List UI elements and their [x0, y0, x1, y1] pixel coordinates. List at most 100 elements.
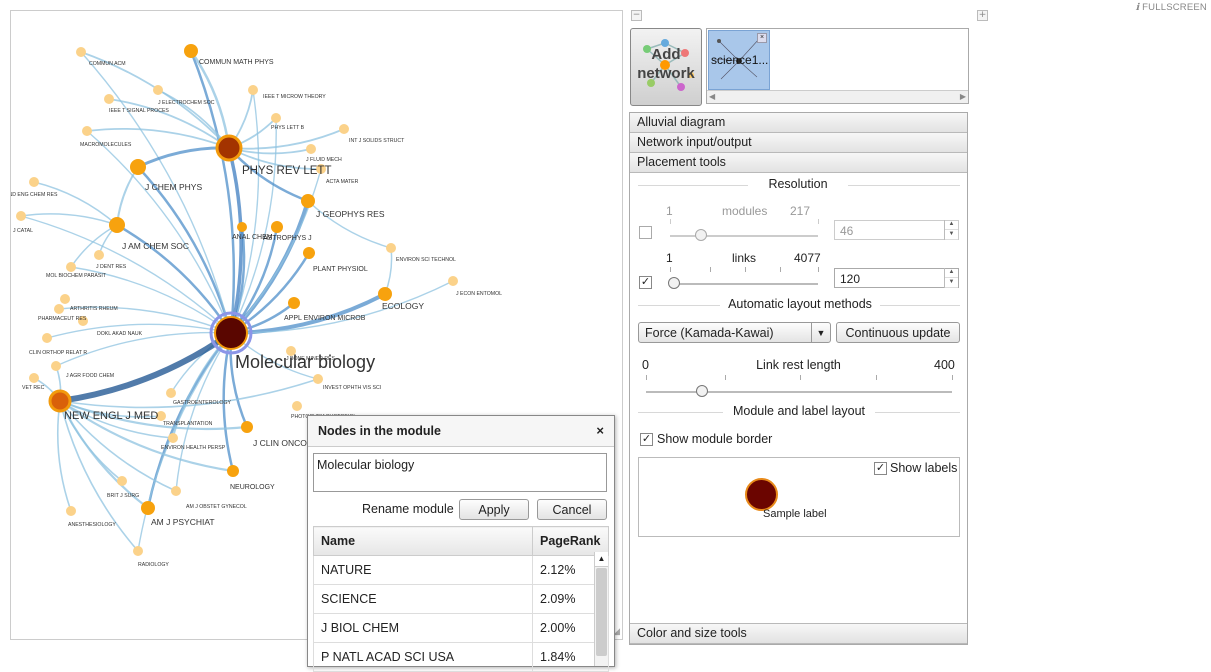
node-label: Molecular biology [235, 352, 375, 372]
panel-expand-button[interactable]: + [977, 10, 988, 21]
network-node[interactable] [16, 211, 26, 221]
spin-down-icon[interactable]: ▼ [945, 230, 958, 240]
network-node[interactable] [171, 486, 181, 496]
links-input[interactable]: 120 ▲ ▼ [834, 268, 959, 288]
node-label: ARTHRITIS RHEUM [70, 306, 118, 312]
network-node[interactable] [248, 85, 258, 95]
network-node[interactable] [386, 243, 396, 253]
table-row[interactable]: NATURE 2.12% [313, 555, 609, 585]
accordion-network-io[interactable]: Network input/output [630, 133, 967, 153]
accordion-placement-tools[interactable]: Placement tools [630, 153, 967, 173]
show-labels-checkbox[interactable]: ✓ [874, 462, 887, 475]
network-node[interactable] [104, 94, 114, 104]
central-node[interactable] [214, 316, 248, 350]
layout-method-select[interactable]: Force (Kamada-Kawai) ▼ [638, 322, 831, 343]
module-node[interactable] [241, 421, 253, 433]
network-node[interactable] [448, 276, 458, 286]
table-row[interactable]: J BIOL CHEM 2.00% [313, 613, 609, 643]
fullscreen-link[interactable]: ℹ FULLSCREEN [1136, 2, 1207, 13]
network-node[interactable] [168, 433, 178, 443]
network-node[interactable] [94, 250, 104, 260]
module-node[interactable] [288, 297, 300, 309]
links-slider-handle[interactable] [668, 277, 680, 289]
thumbnail-scrollbar[interactable]: ◀ ▶ [707, 90, 968, 103]
network-node[interactable] [60, 294, 70, 304]
module-node[interactable] [378, 287, 392, 301]
accordion-alluvial-diagram[interactable]: Alluvial diagram [630, 113, 967, 133]
network-node[interactable] [292, 401, 302, 411]
module-node[interactable] [109, 217, 125, 233]
network-node[interactable] [82, 126, 92, 136]
continuous-update-button[interactable]: Continuous update [836, 322, 960, 343]
module-label-heading: Module and label layout [732, 404, 866, 418]
module-node[interactable] [237, 222, 247, 232]
network-node[interactable] [29, 177, 39, 187]
accordion-color-size-tools[interactable]: Color and size tools [630, 623, 967, 644]
network-node[interactable] [313, 374, 323, 384]
node-label: J AGR FOOD CHEM [66, 373, 114, 379]
modules-slider-handle[interactable] [695, 229, 707, 241]
panel-minimize-button[interactable]: − [631, 10, 642, 21]
module-node[interactable] [130, 159, 146, 175]
close-icon[interactable]: × [596, 416, 604, 446]
hub-node[interactable] [48, 389, 72, 413]
network-node[interactable] [54, 304, 64, 314]
add-network-button[interactable]: Add network [630, 28, 702, 106]
label-preview-box: ✓ Show labels Sample label [638, 457, 960, 537]
add-network-label: Add network [637, 46, 695, 82]
cancel-button[interactable]: Cancel [537, 499, 607, 520]
node-label: ENVIRON SCI TECHNOL [396, 257, 456, 263]
scroll-left-icon[interactable]: ◀ [709, 92, 715, 101]
module-node[interactable] [141, 501, 155, 515]
close-icon[interactable]: × [757, 33, 767, 43]
module-node[interactable] [271, 221, 283, 233]
links-checkbox[interactable]: ✓ [639, 276, 652, 289]
rest-length-slider-handle[interactable] [696, 385, 709, 397]
module-node[interactable] [184, 44, 198, 58]
network-node[interactable] [42, 333, 52, 343]
scroll-thumb[interactable] [596, 568, 607, 656]
rest-length-slider[interactable] [646, 391, 952, 393]
network-node[interactable] [153, 85, 163, 95]
module-node[interactable] [227, 465, 239, 477]
network-node[interactable] [66, 506, 76, 516]
network-node[interactable] [117, 476, 127, 486]
links-slider[interactable] [670, 283, 818, 285]
spin-up-icon[interactable]: ▲ [945, 220, 958, 230]
network-thumbnail[interactable]: science1... × [708, 30, 770, 90]
modules-slider[interactable] [670, 235, 818, 237]
network-thumbnail-strip[interactable]: science1... × ◀ ▶ [706, 28, 969, 104]
network-node[interactable] [133, 546, 143, 556]
hub-node[interactable] [215, 134, 243, 162]
table-row[interactable]: SCIENCE 2.09% [313, 584, 609, 614]
module-name-input[interactable]: Molecular biology [313, 453, 607, 492]
module-node[interactable] [301, 194, 315, 208]
network-node[interactable] [339, 124, 349, 134]
row-name: J BIOL CHEM [313, 613, 533, 643]
module-node[interactable] [303, 247, 315, 259]
apply-button[interactable]: Apply [459, 499, 529, 520]
node-label: J AM CHEM SOC [122, 241, 189, 251]
node-label: GASTROENTEROLOGY [173, 400, 231, 406]
chevron-down-icon: ▼ [811, 323, 830, 342]
spin-down-icon[interactable]: ▼ [945, 278, 958, 288]
network-node[interactable] [271, 113, 281, 123]
network-node[interactable] [166, 388, 176, 398]
network-node[interactable] [29, 373, 39, 383]
modules-max: 217 [790, 204, 811, 218]
network-node[interactable] [66, 262, 76, 272]
show-module-border-checkbox[interactable]: ✓ [640, 433, 653, 446]
modules-checkbox[interactable] [639, 226, 652, 239]
scroll-up-icon[interactable]: ▲ [595, 552, 608, 567]
table-row[interactable]: P NATL ACAD SCI USA 1.84% [313, 642, 609, 672]
node-label: BRIT J SURG [107, 493, 139, 499]
scroll-right-icon[interactable]: ▶ [960, 92, 966, 101]
network-node[interactable] [51, 361, 61, 371]
table-scrollbar[interactable]: ▲ [594, 552, 608, 666]
network-node[interactable] [76, 47, 86, 57]
network-node[interactable] [306, 144, 316, 154]
modules-input[interactable]: 46 ▲ ▼ [834, 220, 959, 240]
links-label: links [732, 251, 757, 265]
spin-up-icon[interactable]: ▲ [945, 268, 958, 278]
column-header-name[interactable]: Name [313, 526, 533, 556]
